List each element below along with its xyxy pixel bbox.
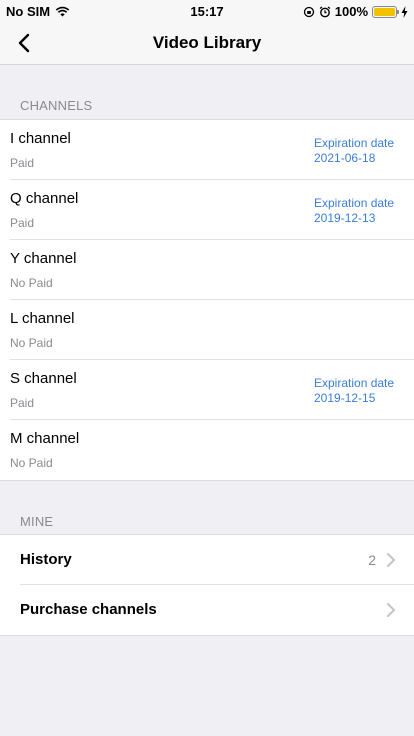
orientation-lock-icon	[303, 6, 314, 17]
chevron-right-icon	[387, 603, 395, 617]
alarm-icon	[319, 5, 331, 17]
status-bar: No SIM 15:17 100%	[0, 0, 414, 22]
channel-status: Paid	[10, 396, 35, 410]
channel-status: No Paid	[10, 276, 53, 290]
channel-status: Paid	[10, 216, 35, 230]
channel-row-m[interactable]: M channel No Paid	[0, 420, 414, 480]
expiration-label: Expiration date	[314, 376, 395, 390]
mine-section-header: MINE	[20, 514, 54, 529]
purchase-channels-row[interactable]: Purchase channels	[0, 585, 414, 635]
channel-name: L channel	[10, 310, 75, 327]
expiration-date: 2021-06-18	[314, 151, 376, 165]
history-count: 2	[368, 552, 376, 568]
battery-percent: 100%	[334, 4, 368, 19]
charging-icon	[401, 5, 408, 18]
status-right: 100%	[303, 4, 408, 19]
expiration-info: Expiration date 2021-06-18	[314, 136, 394, 166]
channel-name: I channel	[10, 130, 71, 147]
channel-row-y[interactable]: Y channel No Paid	[0, 240, 414, 300]
navigation-bar: Video Library	[0, 22, 414, 65]
expiration-info: Expiration date 2019-12-15	[314, 376, 394, 406]
channel-name: Q channel	[10, 190, 79, 207]
channel-status: No Paid	[10, 456, 53, 470]
channels-section-header: CHANNELS	[20, 98, 93, 113]
channel-name: S channel	[10, 370, 77, 387]
channel-status: No Paid	[10, 336, 53, 350]
channel-row-q[interactable]: Q channel Paid Expiration date 2019-12-1…	[0, 180, 414, 240]
channel-name: M channel	[10, 430, 80, 447]
expiration-date: 2019-12-13	[314, 211, 376, 225]
channels-list: I channel Paid Expiration date 2021-06-1…	[0, 119, 414, 481]
expiration-date: 2019-12-15	[314, 391, 376, 405]
purchase-channels-label: Purchase channels	[20, 601, 157, 618]
channel-name: Y channel	[10, 250, 77, 267]
channel-row-s[interactable]: S channel Paid Expiration date 2019-12-1…	[0, 360, 414, 420]
history-label: History	[20, 551, 72, 568]
expiration-label: Expiration date	[314, 196, 395, 210]
channel-row-l[interactable]: L channel No Paid	[0, 300, 414, 360]
chevron-right-icon	[387, 553, 395, 567]
history-row[interactable]: History 2	[0, 535, 414, 585]
channel-row-i[interactable]: I channel Paid Expiration date 2021-06-1…	[0, 120, 414, 180]
mine-list: History 2 Purchase channels	[0, 534, 414, 636]
battery-icon	[372, 5, 399, 18]
page-title: Video Library	[152, 33, 262, 52]
channel-status: Paid	[10, 156, 35, 170]
expiration-info: Expiration date 2019-12-13	[314, 196, 394, 226]
expiration-label: Expiration date	[314, 136, 395, 150]
